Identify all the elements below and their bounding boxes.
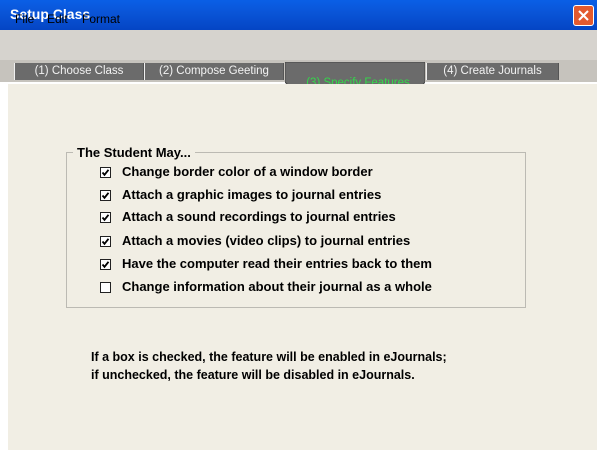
checkbox[interactable] [100, 212, 111, 223]
option-label: Change information about their journal a… [122, 279, 432, 294]
checkmark-icon [101, 238, 110, 246]
close-button[interactable] [573, 5, 594, 26]
close-icon [578, 10, 589, 21]
checkbox[interactable] [100, 282, 111, 293]
option-label: Have the computer read their entries bac… [122, 256, 432, 271]
menu-bar [0, 30, 597, 60]
menu-format[interactable]: Format [82, 12, 120, 26]
checkmark-icon [101, 261, 110, 269]
option-label: Attach a movies (video clips) to journal… [122, 233, 411, 248]
checkmark-icon [101, 169, 110, 177]
checkmark-icon [101, 214, 110, 222]
checkbox[interactable] [100, 167, 111, 178]
checkbox[interactable] [100, 190, 111, 201]
menu-edit[interactable]: Edit [47, 12, 68, 26]
option-label: Change border color of a window border [122, 164, 373, 179]
tab-choose-class[interactable]: (1) Choose Class [14, 63, 144, 80]
option-label: Attach a sound recordings to journal ent… [122, 209, 396, 224]
group-title: The Student May... [73, 145, 195, 160]
menu-file[interactable]: File [15, 12, 34, 26]
checkbox[interactable] [100, 259, 111, 270]
option-label: Attach a graphic images to journal entri… [122, 187, 382, 202]
tab-create-journals[interactable]: (4) Create Journals [426, 63, 559, 80]
note-line-2: if unchecked, the feature will be disabl… [91, 368, 415, 382]
note-line-1: If a box is checked, the feature will be… [91, 350, 447, 364]
checkmark-icon [101, 192, 110, 200]
checkbox[interactable] [100, 236, 111, 247]
tab-compose-greeting[interactable]: (2) Compose Geeting [144, 63, 284, 80]
